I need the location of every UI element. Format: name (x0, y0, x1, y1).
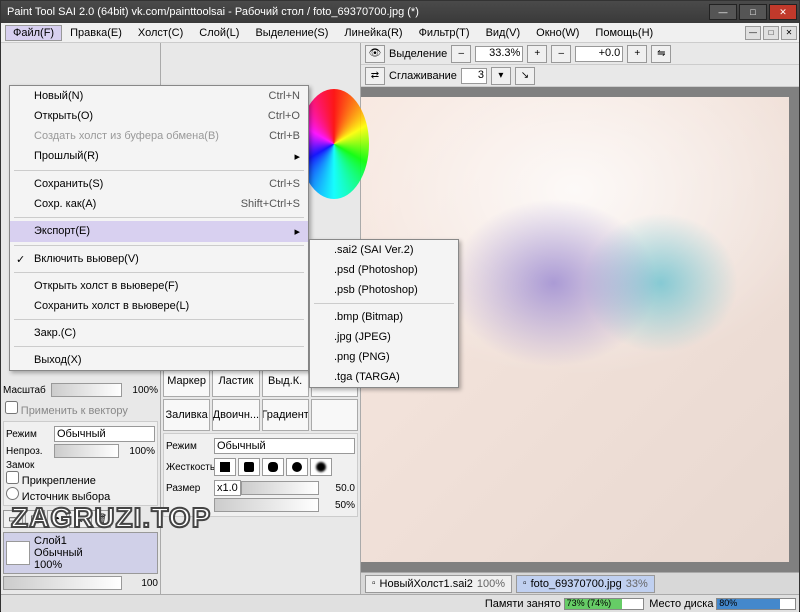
scale-value: 100% (122, 385, 158, 396)
mdi-maximize-button[interactable]: □ (763, 26, 779, 40)
menu-filter[interactable]: Фильтр(T) (411, 25, 478, 41)
tool-gradient[interactable]: Градиент (262, 399, 309, 431)
layer-thumbnail (6, 541, 30, 565)
tool-binary[interactable]: Двоичн... (212, 399, 259, 431)
hardness-label: Жесткость (166, 462, 214, 473)
selection-label: Выделение (389, 48, 447, 60)
layer-mode: Обычный (34, 547, 83, 559)
menubar: Файл(F) Правка(E) Холст(C) Слой(L) Выдел… (1, 23, 799, 43)
memory-label: Памяти занято (485, 598, 561, 610)
menu-file[interactable]: Файл(F) (5, 25, 62, 41)
source-radio[interactable] (6, 487, 19, 500)
blend-mode-label: Режим (6, 429, 54, 440)
tab-1[interactable]: ▫ НовыйХолст1.sai2 100% (365, 575, 512, 593)
apply-vector-checkbox[interactable] (5, 401, 18, 414)
file-menu-dropdown: Новый(N)Ctrl+N Открыть(O)Ctrl+O Создать … (9, 85, 309, 371)
clipping-checkbox[interactable] (6, 471, 19, 484)
menu-open[interactable]: Открыть(O)Ctrl+O (10, 106, 308, 126)
tool-bucket[interactable]: Заливка (163, 399, 210, 431)
size-mult[interactable]: x1.0 (214, 480, 241, 496)
menu-save-as[interactable]: Сохр. как(A)Shift+Ctrl+S (10, 194, 308, 214)
statusbar: Памяти занято 73% (74%) Место диска 80% (1, 594, 799, 612)
tab-2[interactable]: ▫ foto_69370700.jpg 33% (516, 575, 655, 593)
menu-view[interactable]: Вид(V) (478, 25, 529, 41)
mdi-close-button[interactable]: ✕ (781, 26, 797, 40)
zoom-in-icon[interactable]: + (527, 45, 547, 63)
size-label: Размер (166, 483, 214, 494)
rotate-right-icon[interactable]: + (627, 45, 647, 63)
apply-vector-label: Применить к вектору (21, 405, 128, 417)
export-bmp[interactable]: .bmp (Bitmap) (310, 307, 458, 327)
density-slider[interactable] (214, 498, 319, 512)
menu-export[interactable]: Экспорт(E)▸ (10, 221, 308, 242)
export-png[interactable]: .png (PNG) (310, 347, 458, 367)
flip-h-icon[interactable]: ⇋ (651, 45, 671, 63)
menu-save-in-viewer[interactable]: Сохранить холст в вьювере(L) (10, 296, 308, 316)
layer-row[interactable]: Слой1 Обычный 100% (3, 532, 158, 574)
size-slider[interactable] (241, 481, 319, 495)
smoothing-field[interactable]: 3 (461, 68, 487, 84)
menu-enable-viewer[interactable]: ✓Включить вьювер(V) (10, 249, 308, 269)
watermark: ZAGRUZI.TOP (11, 502, 211, 534)
export-sai2[interactable]: .sai2 (SAI Ver.2) (310, 240, 458, 260)
smoothing-dropdown-icon[interactable]: ▾ (491, 67, 511, 85)
rotate-left-icon[interactable]: – (551, 45, 571, 63)
brush-mode-select[interactable]: Обычный (214, 438, 355, 454)
menu-save[interactable]: Сохранить(S)Ctrl+S (10, 174, 308, 194)
opacity-value: 100% (119, 446, 155, 457)
menu-new[interactable]: Новый(N)Ctrl+N (10, 86, 308, 106)
export-psb[interactable]: .psb (Photoshop) (310, 280, 458, 300)
menu-window[interactable]: Окно(W) (528, 25, 587, 41)
disk-label: Место диска (649, 598, 713, 610)
stabilizer-toggle-icon[interactable]: ↘ (515, 67, 535, 85)
maximize-button[interactable]: □ (739, 4, 767, 20)
document-tabs: ▫ НовыйХолст1.sai2 100% ▫ foto_69370700.… (361, 572, 799, 594)
menu-canvas[interactable]: Холст(C) (130, 25, 191, 41)
eye-icon[interactable]: 👁 (365, 45, 385, 63)
clipping-label: Прикрепление (22, 475, 96, 487)
scale-slider[interactable] (51, 383, 122, 397)
menu-recent[interactable]: Прошлый(R)▸ (10, 146, 308, 167)
menu-create-from-clipboard: Создать холст из буфера обмена(B)Ctrl+B (10, 126, 308, 146)
menu-close-file[interactable]: Закр.(C) (10, 323, 308, 343)
density-value: 50% (319, 500, 355, 511)
memory-progress: 73% (74%) (564, 598, 644, 610)
angle-field[interactable]: +0.0 (575, 46, 623, 62)
menu-exit[interactable]: Выход(X) (10, 350, 308, 370)
stabilizer-icon[interactable]: ⇄ (365, 67, 385, 85)
export-submenu: .sai2 (SAI Ver.2) .psd (Photoshop) .psb … (309, 239, 459, 388)
lock-label: Замок (6, 460, 155, 471)
minimize-button[interactable]: — (709, 4, 737, 20)
opacity-slider[interactable] (54, 444, 119, 458)
menu-layer[interactable]: Слой(L) (191, 25, 247, 41)
bottom-value: 100 (122, 578, 158, 589)
tool-empty[interactable] (311, 399, 358, 431)
mdi-minimize-button[interactable]: — (745, 26, 761, 40)
export-jpg[interactable]: .jpg (JPEG) (310, 327, 458, 347)
brush-mode-label: Режим (166, 441, 214, 452)
layer-opacity: 100% (34, 559, 83, 571)
menu-help[interactable]: Помощь(H) (587, 25, 661, 41)
bottom-slider[interactable] (3, 576, 122, 590)
menu-open-in-viewer[interactable]: Открыть холст в вьювере(F) (10, 276, 308, 296)
scale-label: Масштаб (3, 385, 51, 396)
menu-selection[interactable]: Выделение(S) (247, 25, 336, 41)
export-psd[interactable]: .psd (Photoshop) (310, 260, 458, 280)
disk-progress: 80% (716, 598, 796, 610)
layer-name: Слой1 (34, 535, 83, 547)
window-title: Paint Tool SAI 2.0 (64bit) vk.com/paintt… (7, 6, 709, 18)
smoothing-label: Сглаживание (389, 70, 457, 82)
menu-edit[interactable]: Правка(E) (62, 25, 130, 41)
hardness-shapes[interactable] (214, 458, 332, 476)
close-button[interactable]: ✕ (769, 4, 797, 20)
titlebar: Paint Tool SAI 2.0 (64bit) vk.com/paintt… (1, 1, 799, 23)
blend-mode-select[interactable]: Обычный (54, 426, 155, 442)
export-tga[interactable]: .tga (TARGA) (310, 367, 458, 387)
zoom-field[interactable]: 33.3% (475, 46, 523, 62)
menu-ruler[interactable]: Линейка(R) (336, 25, 410, 41)
color-wheel[interactable] (299, 89, 369, 199)
opacity-label: Непроз. (6, 446, 54, 457)
zoom-out-icon[interactable]: – (451, 45, 471, 63)
size-value: 50.0 (319, 483, 355, 494)
